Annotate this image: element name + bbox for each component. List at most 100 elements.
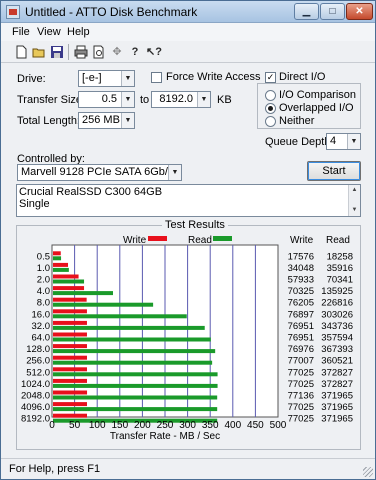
category-label: 8192.0 — [21, 414, 50, 425]
move-icon[interactable]: ✥ — [109, 44, 125, 60]
write-bar — [53, 286, 85, 291]
chevron-down-icon: ▼ — [168, 165, 181, 180]
x-tick-label: 450 — [247, 420, 264, 431]
category-label: 32.0 — [32, 321, 51, 332]
write-value: 76897 — [288, 309, 314, 320]
write-bar — [53, 413, 87, 418]
write-bar — [53, 274, 79, 279]
category-label: 64.0 — [32, 333, 51, 344]
column-header-read: Read — [326, 235, 350, 246]
read-value: 367393 — [321, 344, 353, 355]
help-icon[interactable]: ? — [127, 44, 143, 60]
read-value: 371965 — [321, 402, 353, 413]
total-length-label: Total Length: — [17, 115, 80, 127]
menu-view[interactable]: View — [37, 26, 61, 38]
io-comparison-radio[interactable] — [265, 90, 276, 101]
status-bar: For Help, press F1 — [1, 458, 375, 479]
read-bar — [53, 349, 216, 354]
category-label: 4096.0 — [21, 402, 50, 413]
force-write-checkbox[interactable] — [151, 72, 162, 83]
read-value: 371965 — [321, 391, 353, 402]
write-value: 17576 — [288, 251, 314, 262]
read-bar — [53, 325, 205, 330]
transfer-size-label: Transfer Size: — [17, 94, 86, 106]
total-length-select[interactable]: 256 MB ▼ — [78, 112, 135, 129]
chevron-down-icon: ▼ — [121, 113, 134, 128]
read-value: 226816 — [321, 298, 353, 309]
category-label: 8.0 — [37, 298, 50, 309]
write-bar — [53, 320, 87, 325]
neither-radio[interactable] — [265, 116, 276, 127]
io-comparison-label: I/O Comparison — [279, 89, 357, 101]
queue-depth-label: Queue Depth: — [265, 136, 334, 148]
maximize-button[interactable]: □ — [320, 3, 345, 20]
resize-grip-icon[interactable] — [363, 467, 373, 477]
app-icon — [6, 5, 20, 19]
category-label: 2.0 — [37, 275, 50, 286]
write-value: 77025 — [288, 402, 314, 413]
read-value: 343736 — [321, 321, 353, 332]
window-title: Untitled - ATTO Disk Benchmark — [25, 5, 198, 19]
write-value: 76951 — [288, 321, 314, 332]
category-label: 512.0 — [26, 367, 50, 378]
write-bar — [53, 378, 87, 383]
chevron-down-icon: ▼ — [121, 71, 134, 86]
read-bar — [53, 256, 62, 261]
x-tick-label: 0 — [49, 420, 55, 431]
queue-depth-select[interactable]: 4 ▼ — [326, 133, 361, 150]
start-button[interactable]: Start — [307, 161, 361, 181]
chevron-down-icon: ▼ — [347, 134, 360, 149]
overlapped-io-radio[interactable] — [265, 103, 276, 114]
controller-select[interactable]: Marvell 9128 PCIe SATA 6Gb/s ▼ — [17, 164, 182, 181]
legend-write-label: Write — [123, 235, 147, 246]
minimize-button[interactable]: ▁ — [294, 3, 319, 20]
kb-label: KB — [217, 94, 232, 106]
category-label: 0.5 — [37, 251, 50, 262]
write-value: 76976 — [288, 344, 314, 355]
open-icon[interactable] — [31, 44, 47, 60]
category-label: 1024.0 — [21, 379, 50, 390]
read-value: 18258 — [327, 251, 353, 262]
read-bar — [53, 407, 218, 412]
description-textarea[interactable]: Crucial RealSSD C300 64GB Single ▲ ▼ — [16, 184, 361, 217]
transfer-from-select[interactable]: 0.5 ▼ — [78, 91, 135, 108]
direct-io-checkbox[interactable]: ✓ — [265, 72, 276, 83]
legend-write-swatch — [148, 236, 167, 241]
write-bar — [53, 367, 87, 372]
app-window: Untitled - ATTO Disk Benchmark ▁ □ ✕ Fil… — [0, 0, 376, 480]
close-button[interactable]: ✕ — [346, 3, 373, 20]
x-tick-label: 200 — [134, 420, 151, 431]
write-bar — [53, 251, 61, 256]
write-value: 76951 — [288, 333, 314, 344]
scroll-up-icon[interactable]: ▲ — [349, 185, 360, 196]
context-help-icon[interactable]: ↖? — [145, 44, 162, 60]
write-value: 77025 — [288, 367, 314, 378]
toolbar-separator — [68, 44, 69, 60]
total-length-value: 256 MB — [82, 114, 120, 126]
save-icon[interactable] — [49, 44, 65, 60]
print-preview-icon[interactable] — [91, 44, 107, 60]
column-header-write: Write — [290, 235, 314, 246]
x-tick-label: 250 — [157, 420, 174, 431]
scroll-down-icon[interactable]: ▼ — [349, 205, 360, 216]
read-bar — [53, 395, 218, 400]
read-bar — [53, 360, 213, 365]
title-bar[interactable]: Untitled - ATTO Disk Benchmark ▁ □ ✕ — [1, 1, 375, 23]
drive-value: [-e-] — [82, 72, 102, 84]
x-axis-label: Transfer Rate - MB / Sec — [110, 431, 220, 442]
description-scrollbar[interactable]: ▲ ▼ — [348, 185, 360, 216]
transfer-to-select[interactable]: 8192.0 ▼ — [151, 91, 211, 108]
new-icon[interactable] — [13, 44, 29, 60]
drive-select[interactable]: [-e-] ▼ — [78, 70, 135, 87]
print-icon[interactable] — [73, 44, 89, 60]
menu-file[interactable]: File — [12, 26, 30, 38]
category-label: 256.0 — [26, 356, 50, 367]
queue-depth-value: 4 — [330, 135, 337, 147]
status-text: For Help, press F1 — [9, 463, 101, 475]
write-bar — [53, 262, 69, 267]
write-bar — [53, 297, 87, 302]
transfer-to-value: 8192.0 — [159, 93, 193, 105]
write-value: 57933 — [288, 275, 314, 286]
menu-help[interactable]: Help — [67, 26, 90, 38]
read-value: 135925 — [321, 286, 353, 297]
